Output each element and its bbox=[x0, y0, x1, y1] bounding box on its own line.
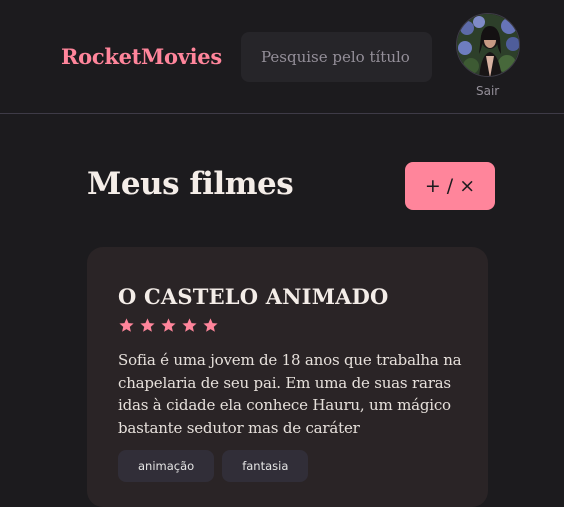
movie-card[interactable]: O CASTELO ANIMADO Sofia é uma jovem de 1… bbox=[87, 247, 488, 507]
star-icon bbox=[182, 318, 197, 332]
brand-logo[interactable]: RocketMovies bbox=[61, 44, 222, 69]
star-icon bbox=[161, 318, 176, 332]
avatar-photo bbox=[457, 14, 519, 76]
tag-badge: fantasia bbox=[222, 450, 309, 482]
star-icon bbox=[119, 318, 134, 332]
header: RocketMovies Sair bbox=[0, 0, 564, 114]
search-input[interactable] bbox=[241, 32, 432, 82]
page-title: Meus filmes bbox=[87, 166, 294, 202]
star-icon bbox=[140, 318, 155, 332]
avatar[interactable] bbox=[456, 13, 520, 77]
signout-link[interactable]: Sair bbox=[476, 84, 499, 98]
tag-badge: animação bbox=[118, 450, 215, 482]
movie-title: O CASTELO ANIMADO bbox=[118, 284, 389, 309]
star-icon bbox=[203, 318, 218, 332]
rating-stars bbox=[118, 317, 219, 334]
movie-synopsis: Sofia é uma jovem de 18 anos que trabalh… bbox=[118, 351, 462, 437]
add-movie-button[interactable]: + / × bbox=[405, 162, 495, 210]
movie-tags: animação fantasia bbox=[118, 450, 309, 482]
